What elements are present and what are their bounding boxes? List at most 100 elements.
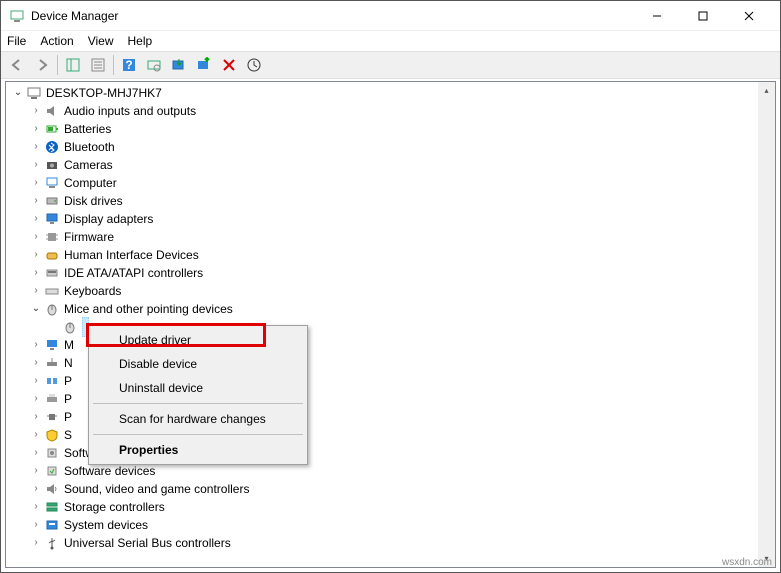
expand-arrow-icon[interactable]: › — [28, 102, 44, 120]
tree-category[interactable]: › Cameras — [6, 156, 775, 174]
tree-category[interactable]: ›Firmware — [6, 228, 775, 246]
expand-arrow-icon[interactable]: › — [28, 444, 44, 462]
update-driver-button[interactable] — [167, 53, 191, 77]
tree-category-label: Display adapters — [64, 210, 153, 228]
tree-category-label: Universal Serial Bus controllers — [64, 534, 231, 552]
proc-icon — [44, 409, 60, 425]
battery-icon — [44, 121, 60, 137]
usb-icon — [44, 535, 60, 551]
forward-button[interactable] — [30, 53, 54, 77]
maximize-button[interactable] — [680, 1, 726, 31]
expand-arrow-icon[interactable]: › — [28, 426, 44, 444]
firmware-icon — [44, 229, 60, 245]
keyboard-icon — [44, 283, 60, 299]
disable-device-button[interactable] — [192, 53, 216, 77]
expand-arrow-icon[interactable]: › — [28, 336, 44, 354]
tree-category-label: Cameras — [64, 156, 113, 174]
tree-root[interactable]: ⌄ DESKTOP-MHJ7HK7 — [6, 84, 775, 102]
tree-category-label: Sound, video and game controllers — [64, 480, 249, 498]
tree-category[interactable]: › Display adapters — [6, 210, 775, 228]
expand-arrow-icon[interactable]: › — [28, 120, 44, 138]
scan-hardware-button[interactable] — [142, 53, 166, 77]
tree-category[interactable]: ›Bluetooth — [6, 138, 775, 156]
tree-category-label: Batteries — [64, 120, 111, 138]
menu-file[interactable]: File — [7, 34, 26, 48]
network-icon — [44, 355, 60, 371]
expand-arrow-icon[interactable]: › — [28, 498, 44, 516]
expand-arrow-icon[interactable]: › — [28, 264, 44, 282]
expand-arrow-icon[interactable]: › — [28, 282, 44, 300]
ctx-scan-hardware[interactable]: Scan for hardware changes — [91, 407, 305, 431]
expand-arrow-icon[interactable]: › — [28, 354, 44, 372]
ctx-separator — [93, 403, 303, 404]
expand-arrow-icon[interactable]: › — [28, 480, 44, 498]
expand-arrow-icon[interactable]: › — [28, 372, 44, 390]
tree-category[interactable]: ›Keyboards — [6, 282, 775, 300]
back-button[interactable] — [5, 53, 29, 77]
ctx-properties[interactable]: Properties — [91, 438, 305, 462]
ctx-update-driver[interactable]: Update driver — [91, 328, 305, 352]
expand-arrow-icon[interactable]: › — [28, 408, 44, 426]
camera-icon — [44, 157, 60, 173]
expand-arrow-icon[interactable]: › — [28, 174, 44, 192]
display-icon — [44, 211, 60, 227]
tree-category-label: P — [64, 390, 72, 408]
scroll-up-icon[interactable]: ▴ — [758, 82, 775, 99]
tree-category[interactable]: ›Disk drives — [6, 192, 775, 210]
tree-category[interactable]: ›Computer — [6, 174, 775, 192]
storage-icon — [44, 499, 60, 515]
tree-category-label: Storage controllers — [64, 498, 165, 516]
toolbar-separator — [57, 55, 58, 75]
help-button[interactable]: ? — [117, 53, 141, 77]
tree-category[interactable]: › Human Interface Devices — [6, 246, 775, 264]
context-menu: Update driver Disable device Uninstall d… — [88, 325, 308, 465]
tree-category-label: System devices — [64, 516, 148, 534]
tree-category-label: Human Interface Devices — [64, 246, 199, 264]
hid-icon — [44, 247, 60, 263]
expand-arrow-icon[interactable]: › — [28, 534, 44, 552]
menu-help[interactable]: Help — [128, 34, 153, 48]
expand-arrow-icon[interactable]: › — [28, 516, 44, 534]
tree-category[interactable]: ›Audio inputs and outputs — [6, 102, 775, 120]
menubar: File Action View Help — [1, 31, 780, 51]
tree-category[interactable]: › Batteries — [6, 120, 775, 138]
tree-category[interactable]: › System devices — [6, 516, 775, 534]
swdev-icon — [44, 463, 60, 479]
enable-device-button[interactable] — [242, 53, 266, 77]
expand-arrow-icon[interactable]: ⌄ — [10, 84, 26, 102]
expand-arrow-icon[interactable]: › — [28, 390, 44, 408]
expand-arrow-icon[interactable]: › — [28, 138, 44, 156]
vertical-scrollbar[interactable]: ▴ ▾ — [758, 82, 775, 567]
tree-category[interactable]: ⌄Mice and other pointing devices — [6, 300, 775, 318]
tree-category[interactable]: › Storage controllers — [6, 498, 775, 516]
svg-text:?: ? — [125, 58, 132, 72]
menu-action[interactable]: Action — [40, 34, 73, 48]
expand-arrow-icon[interactable]: › — [28, 462, 44, 480]
titlebar: Device Manager — [1, 1, 780, 31]
ctx-disable-device[interactable]: Disable device — [91, 352, 305, 376]
properties-button[interactable] — [86, 53, 110, 77]
mouse-icon — [62, 319, 78, 335]
toolbar: ? — [1, 51, 780, 79]
swcomp-icon — [44, 445, 60, 461]
footer-watermark: wsxdn.com — [722, 557, 772, 568]
expand-arrow-icon[interactable]: › — [28, 228, 44, 246]
show-hide-tree-button[interactable] — [61, 53, 85, 77]
menu-view[interactable]: View — [88, 34, 114, 48]
expand-arrow-icon[interactable]: › — [28, 192, 44, 210]
app-icon — [9, 8, 25, 24]
uninstall-button[interactable] — [217, 53, 241, 77]
expand-arrow-icon[interactable]: › — [28, 156, 44, 174]
ctx-separator — [93, 434, 303, 435]
close-button[interactable] — [726, 1, 772, 31]
device-tree[interactable]: ⌄ DESKTOP-MHJ7HK7 ›Audio inputs and outp… — [6, 82, 775, 567]
tree-category[interactable]: › Universal Serial Bus controllers — [6, 534, 775, 552]
expand-arrow-icon[interactable]: ⌄ — [28, 300, 44, 318]
tree-category[interactable]: › Sound, video and game controllers — [6, 480, 775, 498]
expand-arrow-icon[interactable]: › — [28, 210, 44, 228]
expand-arrow-icon[interactable]: › — [28, 246, 44, 264]
tree-category[interactable]: ›IDE ATA/ATAPI controllers — [6, 264, 775, 282]
ctx-uninstall-device[interactable]: Uninstall device — [91, 376, 305, 400]
minimize-button[interactable] — [634, 1, 680, 31]
system-icon — [44, 517, 60, 533]
